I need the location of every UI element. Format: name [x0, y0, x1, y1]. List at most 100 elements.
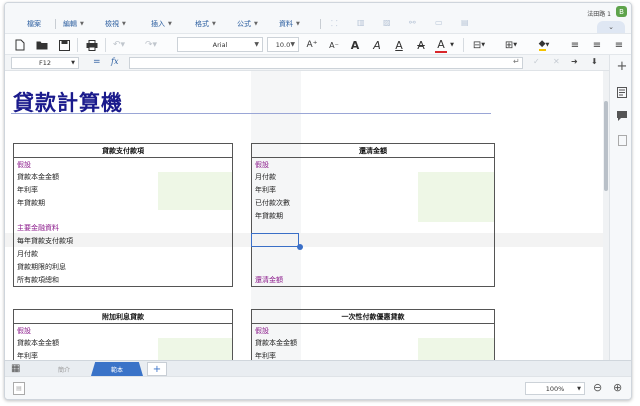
- name-box[interactable]: F12 ▼: [11, 57, 79, 69]
- zoom-in-icon[interactable]: ⊕: [613, 381, 622, 394]
- formula-input[interactable]: [129, 57, 523, 69]
- sheet-area[interactable]: 貸款計算機 貸款支付款項 假設 貸款本金金額 年利率 年貸款期 主要金融資料 每…: [5, 71, 603, 360]
- row-label[interactable]: 年貸款期: [17, 198, 45, 208]
- fill-handle[interactable]: [297, 244, 303, 250]
- bold-icon[interactable]: A: [349, 37, 361, 53]
- row-label[interactable]: 年貸款期: [255, 211, 283, 221]
- row-label[interactable]: 年利率: [17, 351, 38, 360]
- user-avatar[interactable]: B: [616, 6, 627, 17]
- open-folder-icon[interactable]: [35, 37, 49, 53]
- input-cells[interactable]: [158, 338, 232, 360]
- row-label[interactable]: 貸款本金金額: [17, 172, 59, 182]
- redo-icon[interactable]: ↷▾: [143, 37, 159, 53]
- row-label[interactable]: 貸款本金金額: [255, 338, 297, 348]
- align-center-icon[interactable]: ≡: [591, 37, 603, 53]
- zoom-select[interactable]: 100% ▼: [525, 382, 585, 395]
- comment-icon[interactable]: ▭: [435, 18, 443, 27]
- font-color-icon[interactable]: A: [435, 37, 447, 53]
- row-label[interactable]: 月付款: [17, 249, 38, 259]
- undo-icon[interactable]: ↶▾: [111, 37, 127, 53]
- panel-header[interactable]: 附加利息貸款: [14, 310, 232, 324]
- arrow-down-icon[interactable]: ⬇: [591, 57, 598, 66]
- chart-icon[interactable]: ▥: [357, 18, 365, 27]
- assumptions-label[interactable]: 假設: [17, 160, 31, 170]
- font-family-select[interactable]: Arial ▼: [177, 37, 263, 52]
- tab-intro[interactable]: 簡介: [41, 362, 87, 376]
- comment-icon[interactable]: [615, 109, 629, 123]
- menu-insert[interactable]: 插入 ▼: [151, 18, 172, 30]
- increase-font-icon[interactable]: A⁺: [305, 37, 319, 53]
- fill-color-icon[interactable]: ◆ ▼: [533, 37, 555, 53]
- collapse-toolbar-button[interactable]: ⌄: [597, 21, 625, 33]
- save-icon[interactable]: [57, 37, 71, 53]
- assumptions-label[interactable]: 假設: [17, 326, 31, 336]
- assumptions-label[interactable]: 假設: [255, 326, 269, 336]
- menu-edit[interactable]: 編輯 ▼: [63, 18, 84, 30]
- print-icon[interactable]: [85, 37, 99, 53]
- decrease-font-icon[interactable]: A⁻: [327, 37, 341, 53]
- toolbar-divider: [463, 38, 464, 52]
- sheet-list-icon[interactable]: ▦: [11, 363, 20, 374]
- payoff-result-label[interactable]: 還清金額: [255, 275, 283, 285]
- row-label[interactable]: 每年貸款支付款項: [17, 236, 73, 246]
- panel-header[interactable]: 一次性付款優惠貸款: [252, 310, 494, 324]
- input-cells[interactable]: [418, 172, 494, 222]
- image-icon[interactable]: ▨: [383, 18, 391, 27]
- document-icon[interactable]: [615, 133, 629, 147]
- row-label[interactable]: 已付款次數: [255, 198, 290, 208]
- function-icon[interactable]: fx: [111, 57, 118, 66]
- equals-icon[interactable]: =: [93, 57, 101, 67]
- notes-icon[interactable]: [615, 85, 629, 99]
- confirm-icon[interactable]: ✓: [533, 57, 540, 66]
- menu-view[interactable]: 檢視 ▼: [105, 18, 126, 30]
- page-icon[interactable]: ▤: [13, 382, 25, 395]
- chevron-down-icon[interactable]: ▼: [449, 37, 455, 53]
- chevron-down-icon: ▼: [577, 385, 581, 392]
- selected-cell[interactable]: [251, 233, 299, 247]
- panel-header[interactable]: 貸款支付款項: [14, 144, 232, 158]
- extra-interest-panel: 附加利息貸款 假設 貸款本金金額 年利率: [13, 309, 233, 360]
- input-cells[interactable]: [158, 172, 232, 210]
- cancel-icon[interactable]: ✕: [553, 57, 560, 66]
- menu-file[interactable]: 檔案: [27, 18, 41, 30]
- status-bar: ▤ 100% ▼ ⊖ ⊕: [5, 376, 631, 399]
- align-right-icon[interactable]: ≡: [613, 37, 625, 53]
- function-icon[interactable]: ▤: [461, 18, 469, 27]
- row-label[interactable]: 月付款: [255, 172, 276, 182]
- row-label[interactable]: 年利率: [17, 185, 38, 195]
- input-cells[interactable]: [418, 338, 494, 360]
- cut-icon[interactable]: ⸬: [331, 18, 338, 29]
- menu-data[interactable]: 資料 ▼: [279, 18, 300, 30]
- expand-formula-icon[interactable]: ↵: [513, 57, 520, 66]
- row-label[interactable]: 貸款期限的利息: [17, 262, 66, 272]
- tab-template[interactable]: 範本: [91, 362, 143, 376]
- borders-icon[interactable]: ⊞ ▼: [501, 37, 521, 53]
- user-name[interactable]: 法田路 1: [587, 9, 611, 18]
- panel-header[interactable]: 還清金額: [252, 144, 494, 158]
- table-icon[interactable]: ⊟ ▼: [469, 37, 489, 53]
- title-underline: [11, 113, 491, 114]
- add-icon[interactable]: +: [615, 59, 629, 74]
- link-icon[interactable]: ⚯: [409, 18, 416, 27]
- strikethrough-icon[interactable]: A: [415, 37, 427, 53]
- chevron-down-icon: ⌄: [608, 23, 614, 31]
- zoom-out-icon[interactable]: ⊖: [593, 381, 602, 394]
- row-label[interactable]: 年利率: [255, 351, 276, 360]
- row-label[interactable]: 年利率: [255, 185, 276, 195]
- align-left-icon[interactable]: ≡: [569, 37, 581, 53]
- cell-reference: F12: [38, 59, 51, 67]
- row-label[interactable]: 貸款本金金額: [17, 338, 59, 348]
- menu-format[interactable]: 格式 ▼: [195, 18, 216, 30]
- row-label[interactable]: 所有款項總和: [17, 275, 59, 285]
- assumptions-label[interactable]: 假設: [255, 160, 269, 170]
- new-document-icon[interactable]: [13, 37, 27, 53]
- scrollbar-thumb[interactable]: [604, 101, 608, 191]
- main-financials-label[interactable]: 主要金融資料: [17, 223, 59, 233]
- menu-formula[interactable]: 公式 ▼: [237, 18, 258, 30]
- add-sheet-button[interactable]: +: [147, 362, 167, 376]
- font-size-select[interactable]: 10.0 ▼: [267, 37, 299, 52]
- side-panel: +: [609, 55, 631, 360]
- arrow-right-icon[interactable]: ➜: [571, 57, 578, 66]
- underline-icon[interactable]: A: [393, 37, 405, 53]
- italic-icon[interactable]: A: [371, 37, 383, 53]
